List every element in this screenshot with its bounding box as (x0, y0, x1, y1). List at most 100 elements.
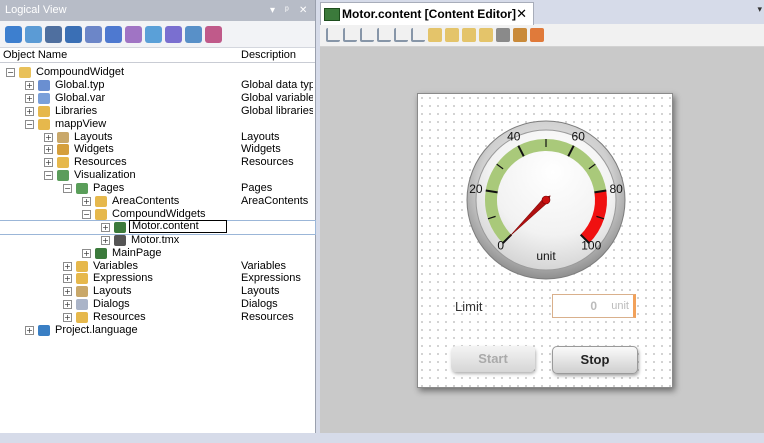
window-icon[interactable] (45, 25, 62, 43)
collapse-icon[interactable]: − (6, 68, 15, 77)
expand-icon[interactable]: + (82, 248, 91, 258)
content-area[interactable]: 0 20 40 60 80 100 unit Limit 0 unit Start Sto… (417, 93, 673, 388)
tree-item-label[interactable]: Motor.tmx (131, 234, 179, 247)
distribute-h-icon[interactable] (411, 28, 425, 42)
pencil-icon[interactable] (145, 25, 162, 43)
panel-dropdown-icon[interactable]: ▾ (270, 0, 275, 21)
panel-close-icon[interactable]: ✕ (299, 0, 307, 21)
tree-row[interactable]: + AreaContents AreaContents (0, 195, 315, 208)
limit-numeric-input[interactable]: 0 unit (552, 294, 636, 318)
project-icon[interactable] (5, 25, 22, 43)
gauge-widget[interactable]: 0 20 40 60 80 100 unit (418, 94, 672, 294)
expand-icon[interactable]: + (101, 235, 110, 245)
tree-row[interactable]: + Global.var Global variable (0, 92, 315, 105)
tree-row[interactable]: + Resources Resources (0, 156, 315, 169)
tree-item-label[interactable]: Layouts (74, 131, 113, 144)
expand-icon[interactable]: + (63, 261, 72, 271)
column-object-name[interactable]: Object Name (3, 48, 67, 62)
tree-row[interactable]: − mappView (0, 118, 315, 131)
expand-icon[interactable]: + (63, 300, 72, 310)
chart-icon[interactable] (65, 25, 82, 43)
expand-icon[interactable]: + (25, 80, 34, 90)
tree-item-label[interactable]: Global.typ (55, 79, 105, 92)
expand-icon[interactable]: + (44, 145, 53, 155)
tree-row[interactable]: + Layouts Layouts (0, 131, 315, 144)
expand-icon[interactable]: + (25, 326, 34, 335)
distribute-v-icon[interactable] (394, 28, 408, 42)
tree-row[interactable]: + Variables Variables (0, 260, 315, 273)
tree-item-label[interactable]: AreaContents (112, 195, 179, 208)
expand-icon[interactable]: + (82, 197, 91, 206)
palette-icon[interactable] (513, 28, 527, 42)
tree-item-label[interactable]: mappView (55, 118, 106, 131)
tree-item-label[interactable]: Layouts (93, 285, 132, 298)
align-top-icon[interactable] (343, 28, 357, 42)
tree-row[interactable]: + MainPage (0, 247, 315, 260)
tree-row[interactable]: − Visualization (0, 169, 315, 182)
ungroup-icon[interactable] (479, 28, 493, 42)
align-left-icon[interactable] (326, 28, 340, 42)
tree-item-label[interactable]: Expressions (93, 272, 153, 285)
puzzle-icon[interactable] (85, 25, 102, 43)
tab-menu-icon[interactable]: ▾ (757, 4, 762, 15)
tree-item-label[interactable]: Resources (93, 311, 146, 324)
tree-row[interactable]: + Widgets Widgets (0, 143, 315, 156)
settings-icon[interactable] (496, 28, 510, 42)
theme-icon[interactable] (530, 28, 544, 42)
expand-icon[interactable]: + (25, 93, 34, 103)
tree-row[interactable]: + Dialogs Dialogs (0, 298, 315, 311)
collapse-icon[interactable]: − (44, 171, 53, 181)
tree-row[interactable]: − Pages Pages (0, 182, 315, 195)
link-icon[interactable] (205, 25, 222, 43)
collapse-icon[interactable]: − (82, 209, 91, 219)
expand-icon[interactable]: + (25, 106, 34, 116)
tab-motor-content[interactable]: Motor.content [Content Editor] ✕ (320, 2, 534, 25)
expand-icon[interactable]: + (63, 274, 72, 284)
collapse-icon[interactable]: − (25, 119, 34, 129)
expand-icon[interactable]: + (63, 287, 72, 297)
expand-icon[interactable]: + (44, 132, 53, 142)
pin-icon[interactable]: ᵖ (285, 0, 289, 21)
start-button[interactable]: Start (451, 346, 535, 372)
tree-item-label[interactable]: Resources (74, 156, 127, 169)
tree-item-label[interactable]: Visualization (74, 169, 136, 182)
tab-close-icon[interactable]: ✕ (516, 3, 527, 25)
tree-item-label[interactable]: Widgets (74, 143, 114, 156)
expand-icon[interactable]: + (44, 158, 53, 168)
tree-item-label[interactable]: MainPage (112, 247, 162, 260)
tree-row[interactable]: − CompoundWidget (0, 66, 315, 79)
check-icon[interactable] (105, 25, 122, 43)
column-description[interactable]: Description (241, 48, 296, 62)
align-bottom-icon[interactable] (377, 28, 391, 42)
tree-item-label[interactable]: Motor.content (129, 219, 227, 233)
pages-icon (76, 183, 88, 195)
tree-row[interactable]: + Project.language (0, 324, 315, 337)
collapse-icon[interactable]: − (63, 184, 72, 194)
table-icon[interactable] (25, 25, 42, 43)
tree-row[interactable]: + Libraries Global libraries (0, 105, 315, 118)
expand-icon[interactable]: + (101, 222, 110, 232)
tree-item-label[interactable]: CompoundWidget (36, 66, 124, 79)
stop-button[interactable]: Stop (552, 346, 638, 374)
tree-item-label[interactable]: Libraries (55, 105, 97, 118)
tree-item-label[interactable]: Pages (93, 182, 124, 195)
arrows-icon[interactable] (165, 25, 182, 43)
tree-item-label[interactable]: Variables (93, 260, 138, 273)
puzzle2-icon[interactable] (125, 25, 142, 43)
tree-row[interactable]: + Motor.tmx (0, 234, 315, 247)
expand-icon[interactable]: + (63, 313, 72, 323)
tree-row[interactable]: + Resources Resources (0, 311, 315, 324)
tree-row[interactable]: + Expressions Expressions (0, 272, 315, 285)
tree-item-label[interactable]: Global.var (55, 92, 105, 105)
send-back-icon[interactable] (445, 28, 459, 42)
tree-row[interactable]: + Motor.content (0, 219, 316, 235)
tree-item-label[interactable]: Dialogs (93, 298, 130, 311)
design-canvas[interactable]: 0 20 40 60 80 100 unit Limit 0 unit Start Sto… (320, 47, 764, 433)
gear2-icon[interactable] (185, 25, 202, 43)
group-icon[interactable] (462, 28, 476, 42)
bring-front-icon[interactable] (428, 28, 442, 42)
tree-item-label[interactable]: Project.language (55, 324, 138, 337)
tree-row[interactable]: + Layouts Layouts (0, 285, 315, 298)
tree-row[interactable]: + Global.typ Global data typ (0, 79, 315, 92)
align-right-icon[interactable] (360, 28, 374, 42)
